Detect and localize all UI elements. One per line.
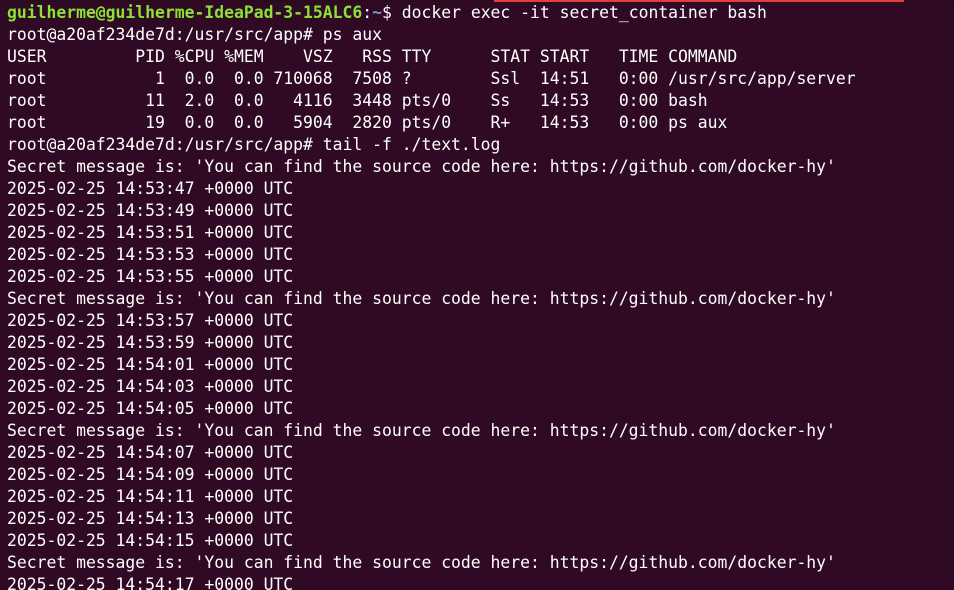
terminal-line: 2025-02-25 14:53:59 +0000 UTC xyxy=(7,333,294,352)
terminal-window[interactable]: guilherme@guilherme-IdeaPad-3-15ALC6:~$ … xyxy=(0,0,954,590)
terminal-line: 2025-02-25 14:53:47 +0000 UTC xyxy=(7,179,294,198)
terminal-line: 2025-02-25 14:54:13 +0000 UTC xyxy=(7,509,294,528)
terminal-line: 2025-02-25 14:54:11 +0000 UTC xyxy=(7,487,294,506)
terminal-line: 2025-02-25 14:54:09 +0000 UTC xyxy=(7,465,294,484)
terminal-line: 2025-02-25 14:54:03 +0000 UTC xyxy=(7,377,294,396)
terminal-line: root 11 2.0 0.0 4116 3448 pts/0 Ss 14:53… xyxy=(7,91,708,110)
terminal-line: 2025-02-25 14:53:53 +0000 UTC xyxy=(7,245,294,264)
terminal-line: 2025-02-25 14:54:15 +0000 UTC xyxy=(7,531,294,550)
terminal-line: root@a20af234de7d:/usr/src/app# ps aux xyxy=(7,25,382,44)
prompt-command: docker exec -it secret_container bash xyxy=(401,3,767,22)
prompt-separator: : xyxy=(362,3,373,22)
terminal-line: 2025-02-25 14:54:05 +0000 UTC xyxy=(7,399,294,418)
terminal-line: 2025-02-25 14:53:49 +0000 UTC xyxy=(7,201,294,220)
terminal-line: root@a20af234de7d:/usr/src/app# tail -f … xyxy=(7,135,501,154)
terminal-line: Secret message is: 'You can find the sou… xyxy=(7,157,836,176)
terminal-line: Secret message is: 'You can find the sou… xyxy=(7,553,836,572)
terminal-line: 2025-02-25 14:53:55 +0000 UTC xyxy=(7,267,294,286)
terminal-line: Secret message is: 'You can find the sou… xyxy=(7,421,836,440)
terminal-line: 2025-02-25 14:53:57 +0000 UTC xyxy=(7,311,294,330)
terminal-line: root 19 0.0 0.0 5904 2820 pts/0 R+ 14:53… xyxy=(7,113,728,132)
terminal-line: 2025-02-25 14:54:01 +0000 UTC xyxy=(7,355,294,374)
terminal-line: root 1 0.0 0.0 710068 7508 ? Ssl 14:51 0… xyxy=(7,69,856,88)
active-tab-indicator xyxy=(494,0,904,2)
terminal-line: USER PID %CPU %MEM VSZ RSS TTY STAT STAR… xyxy=(7,47,738,66)
prompt-symbol: $ xyxy=(382,3,402,22)
terminal-line: 2025-02-25 14:54:17 +0000 UTC xyxy=(7,575,294,590)
terminal-line: 2025-02-25 14:54:07 +0000 UTC xyxy=(7,443,294,462)
prompt-path: ~ xyxy=(372,3,382,22)
prompt-line: guilherme@guilherme-IdeaPad-3-15ALC6:~$ … xyxy=(7,2,954,24)
window-top-edge xyxy=(0,0,954,2)
terminal-line: Secret message is: 'You can find the sou… xyxy=(7,289,836,308)
terminal-line: 2025-02-25 14:53:51 +0000 UTC xyxy=(7,223,294,242)
prompt-user-host: guilherme@guilherme-IdeaPad-3-15ALC6 xyxy=(7,3,363,22)
